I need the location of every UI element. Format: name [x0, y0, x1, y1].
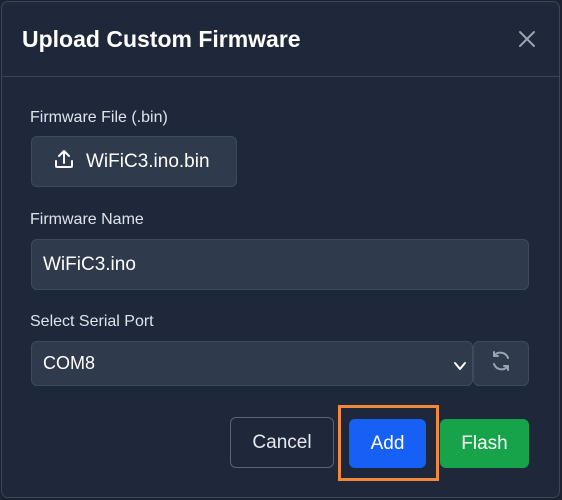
- firmware-file-button[interactable]: WiFiC3.ino.bin: [31, 136, 237, 187]
- dialog-header: Upload Custom Firmware: [2, 2, 559, 77]
- add-button[interactable]: Add: [349, 419, 426, 468]
- refresh-ports-button[interactable]: [473, 341, 529, 386]
- firmware-file-label: Firmware File (.bin): [30, 109, 168, 126]
- upload-icon: [53, 148, 86, 176]
- close-icon[interactable]: [518, 30, 536, 48]
- flash-button[interactable]: Flash: [440, 419, 529, 468]
- cancel-button[interactable]: Cancel: [230, 417, 334, 468]
- firmware-file-name: WiFiC3.ino.bin: [86, 150, 210, 172]
- firmware-name-input[interactable]: [31, 239, 529, 290]
- serial-port-selected: COM8: [43, 353, 96, 373]
- serial-port-label: Select Serial Port: [30, 313, 154, 330]
- refresh-icon: [489, 349, 513, 378]
- chevron-down-icon: [453, 357, 467, 378]
- firmware-name-label: Firmware Name: [30, 211, 144, 228]
- dialog-title: Upload Custom Firmware: [22, 25, 301, 52]
- serial-port-select[interactable]: COM8: [31, 341, 473, 386]
